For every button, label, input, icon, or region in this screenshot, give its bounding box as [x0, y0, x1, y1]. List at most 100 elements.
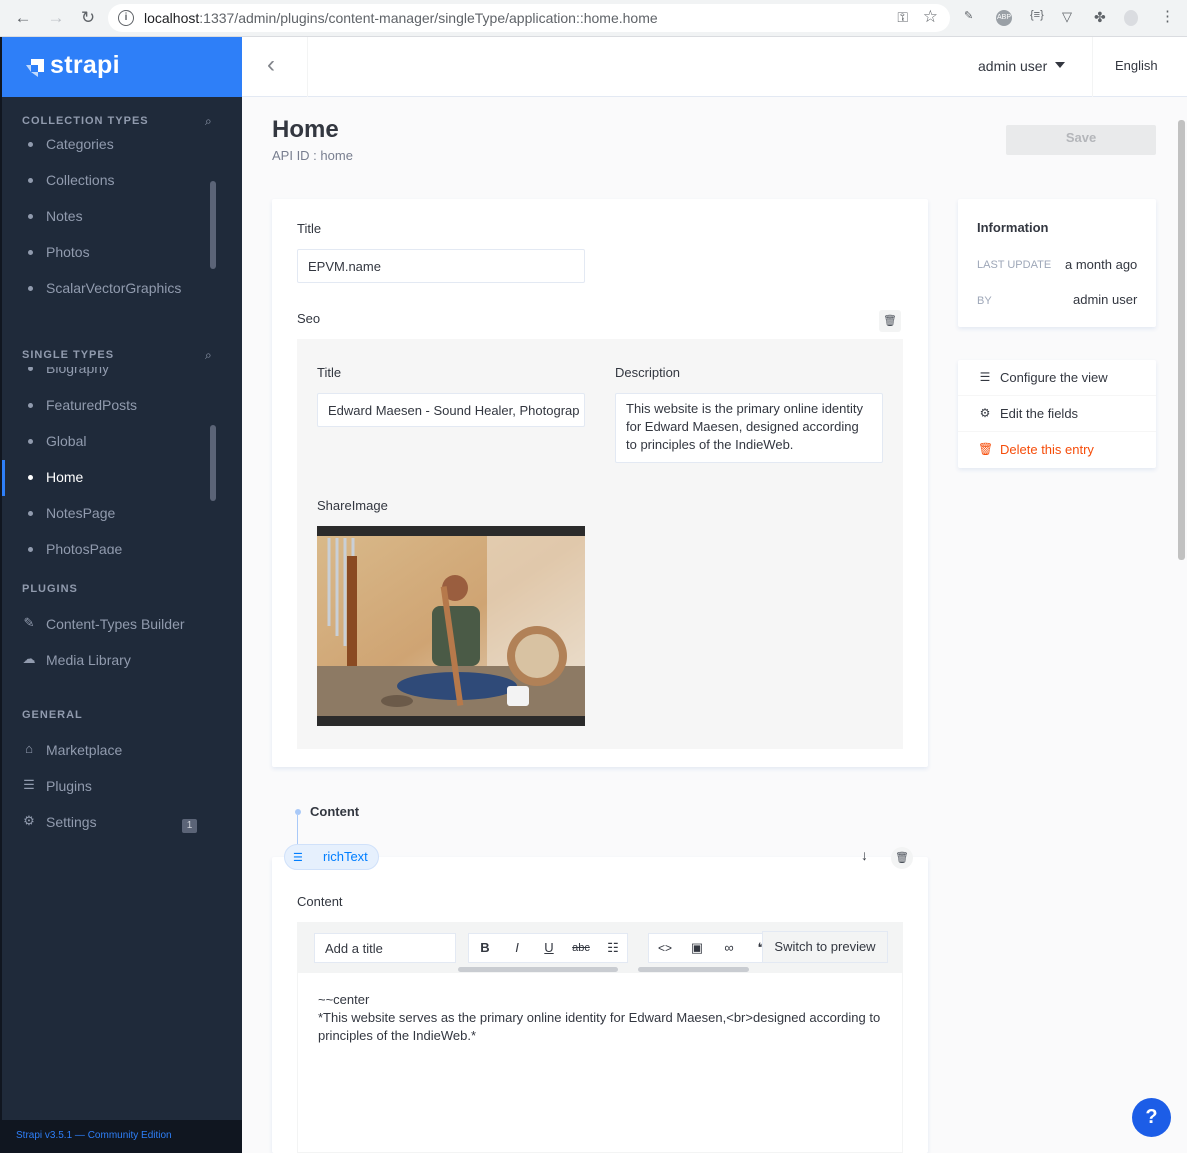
seo-title-label: Title: [317, 365, 342, 380]
toolbar-scrollbar[interactable]: [638, 967, 749, 972]
general-title: General: [22, 709, 83, 721]
link-icon[interactable]: ∞: [713, 934, 745, 962]
heading-select[interactable]: Add a title: [314, 933, 456, 963]
paintbrush-icon: ✎: [23, 615, 35, 630]
italic-button[interactable]: I: [501, 934, 533, 962]
back-arrow-icon[interactable]: ←: [12, 8, 34, 28]
api-id: API ID : home: [272, 148, 353, 163]
sidebar-item-featuredposts[interactable]: FeaturedPosts: [2, 388, 242, 424]
sidebar-scrollbar[interactable]: [210, 181, 216, 269]
sidebar-item-marketplace[interactable]: ⌂ Marketplace: [2, 733, 242, 769]
adblock-icon[interactable]: ABP: [996, 10, 1012, 26]
sidebar-item-photospage[interactable]: PhotosPage: [2, 532, 242, 554]
brand-header[interactable]: strapi: [2, 37, 242, 97]
sidebar-item-categories[interactable]: Categories: [2, 135, 242, 163]
user-menu[interactable]: admin user: [978, 58, 1047, 74]
gear-icon: ⚙: [23, 813, 35, 828]
component-chip[interactable]: ☰ richText: [284, 844, 379, 870]
site-info-icon[interactable]: i: [118, 10, 134, 26]
language-selector[interactable]: English: [1115, 58, 1158, 73]
code-icon[interactable]: <>: [649, 934, 681, 962]
editor-toolbar: Add a title B I U abc ☷ <> ▣ ∞ ❝ Switch …: [298, 923, 902, 973]
collection-types-title: Collection Types: [22, 115, 149, 127]
sidebar-scrollbar[interactable]: [210, 425, 216, 501]
delete-entry-link[interactable]: 🗑 Delete this entry: [958, 432, 1156, 468]
search-icon[interactable]: ⌕: [205, 348, 212, 363]
puzzle-icon[interactable]: ✤: [1094, 9, 1106, 26]
edit-fields-link[interactable]: ⚙ Edit the fields: [958, 396, 1156, 432]
vue-extension-icon[interactable]: ▽: [1062, 9, 1072, 25]
plugins-title: Plugins: [22, 583, 78, 595]
sidebar-item-plugins[interactable]: ☰ Plugins: [2, 769, 242, 805]
sidebar-item-biography[interactable]: Biography: [2, 367, 242, 387]
share-image: [317, 526, 585, 726]
help-button[interactable]: ?: [1132, 1098, 1171, 1137]
browser-toolbar: ← → ↻ i localhost:1337/admin/plugins/con…: [0, 0, 1187, 37]
sidebar-item-photos[interactable]: Photos: [2, 235, 242, 271]
by-value: admin user: [1073, 292, 1138, 307]
configure-view-link[interactable]: ☰ Configure the view: [958, 360, 1156, 396]
title-label: Title: [297, 221, 322, 236]
trash-icon[interactable]: 🗑: [891, 847, 913, 869]
back-button[interactable]: ‹: [242, 37, 308, 97]
insert-button-group: <> ▣ ∞ ❝: [648, 933, 768, 963]
extension-icon[interactable]: ✎: [964, 9, 973, 22]
address-bar[interactable]: i localhost:1337/admin/plugins/content-m…: [108, 4, 950, 32]
sidebar-item-notespage[interactable]: NotesPage: [2, 496, 242, 532]
toolbar-scrollbar[interactable]: [458, 967, 618, 972]
last-update-label: Last update: [977, 259, 1052, 271]
save-button[interactable]: Save: [1006, 125, 1156, 155]
markdown-editor: Add a title B I U abc ☷ <> ▣ ∞ ❝ Switch …: [297, 922, 903, 1153]
bullet-list-icon[interactable]: ☷: [597, 934, 629, 962]
seo-title-input[interactable]: Edward Maesen - Sound Healer, Photograp: [317, 393, 585, 427]
sidebar-item-media-library[interactable]: ☁ Media Library: [2, 643, 242, 679]
sidebar-item-partial[interactable]: [2, 307, 242, 321]
arrow-down-icon[interactable]: ↓: [861, 847, 868, 863]
image-icon[interactable]: ▣: [681, 934, 713, 962]
sidebar: strapi Collection Types ⌕ Categories Col…: [0, 37, 242, 1153]
top-header: ‹ admin user English: [242, 37, 1187, 97]
bold-button[interactable]: B: [469, 934, 501, 962]
single-types-list: Biography FeaturedPosts Global Home Note…: [0, 367, 242, 554]
search-icon[interactable]: ⌕: [205, 114, 212, 129]
trash-icon: 🗑: [978, 442, 994, 456]
title-input[interactable]: EPVM.name: [297, 249, 585, 283]
sidebar-item-collections[interactable]: Collections: [2, 163, 242, 199]
seo-description-textarea[interactable]: This website is the primary online ident…: [615, 393, 883, 463]
cloud-upload-icon: ☁: [22, 651, 36, 666]
underline-button[interactable]: U: [533, 934, 565, 962]
switch-to-preview-button[interactable]: Switch to preview: [762, 931, 888, 963]
sidebar-item-content-types-builder[interactable]: ✎ Content-Types Builder: [2, 607, 242, 643]
dynamic-zone-title: Content: [310, 804, 360, 819]
share-image-preview[interactable]: [317, 526, 585, 726]
sidebar-item-scalarvectorgraphics[interactable]: ScalarVectorGraphics: [2, 271, 242, 307]
by-label: By: [977, 295, 992, 307]
editor-textarea[interactable]: ~~center *This website serves as the pri…: [318, 991, 888, 1045]
page-scrollbar[interactable]: [1178, 120, 1185, 560]
sidebar-item-settings[interactable]: ⚙ Settings: [2, 805, 242, 841]
seo-description-label: Description: [615, 365, 681, 380]
reload-icon[interactable]: ↻: [77, 8, 99, 28]
sidebar-item-global[interactable]: Global: [2, 424, 242, 460]
collection-types-list: Categories Collections Notes Photos Scal…: [0, 135, 242, 321]
strikethrough-button[interactable]: abc: [565, 934, 597, 962]
caret-down-icon[interactable]: [1055, 62, 1065, 68]
forward-arrow-icon[interactable]: →: [45, 8, 67, 28]
seo-label: Seo: [297, 311, 321, 326]
menu-kebab-icon[interactable]: ⋮: [1160, 7, 1175, 25]
version-text: Strapi v3.5.1 — Community Edition: [16, 1130, 172, 1141]
sidebar-item-home[interactable]: Home: [2, 460, 242, 496]
json-extension-icon[interactable]: {≡}: [1030, 9, 1044, 21]
sidebar-item-notes[interactable]: Notes: [2, 199, 242, 235]
shopping-basket-icon: ⌂: [25, 741, 33, 756]
format-button-group: B I U abc ☷: [468, 933, 628, 963]
trash-icon[interactable]: 🗑: [879, 310, 901, 332]
profile-icon[interactable]: [1124, 10, 1138, 26]
align-left-icon: ☰: [293, 852, 303, 864]
page-title: Home: [272, 116, 339, 143]
list-icon: ☰: [23, 777, 35, 792]
brand-name: strapi: [50, 51, 120, 79]
bookmark-star-icon[interactable]: ☆: [923, 7, 938, 27]
information-title: Information: [977, 220, 1049, 235]
key-icon[interactable]: ⚿: [897, 9, 908, 26]
